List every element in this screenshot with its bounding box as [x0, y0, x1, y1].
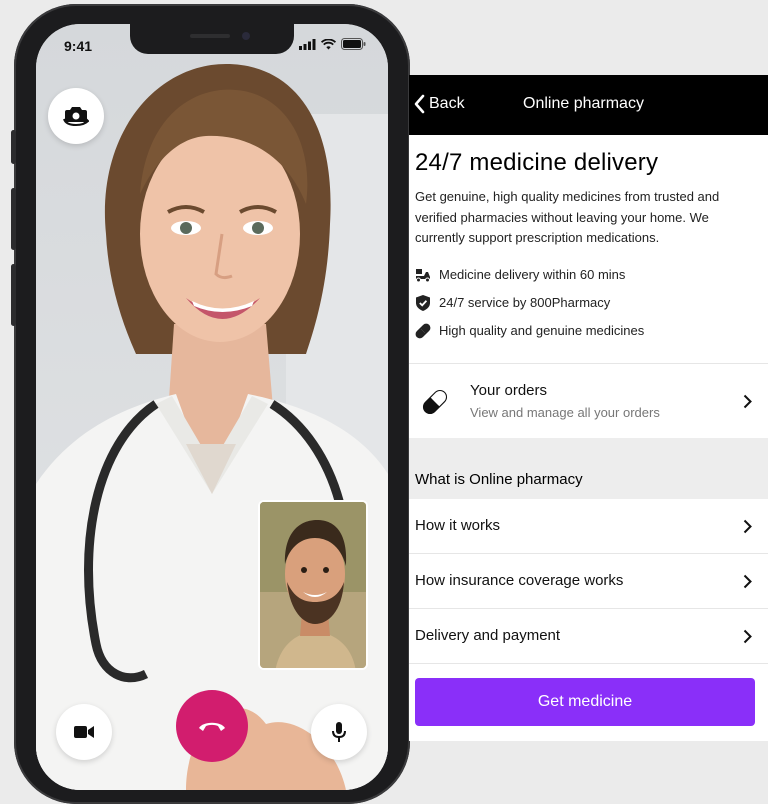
status-time: 9:41 [64, 38, 93, 54]
feature-label: Medicine delivery within 60 mins [439, 267, 626, 282]
delivery-scooter-icon [415, 267, 431, 283]
volume-down-button [11, 264, 16, 326]
phone-hangup-icon [199, 722, 225, 731]
status-icons [299, 38, 366, 50]
feature-label: High quality and genuine medicines [439, 323, 645, 338]
chevron-right-icon [743, 394, 752, 409]
front-camera [242, 32, 250, 40]
pill-icon [415, 323, 431, 339]
self-view-video[interactable] [258, 500, 368, 670]
pill-icon [421, 388, 449, 421]
feature-item: High quality and genuine medicines [415, 317, 762, 345]
chevron-right-icon [743, 574, 752, 589]
info-section-header: What is Online pharmacy [409, 438, 768, 499]
chevron-right-icon [743, 629, 752, 644]
feature-list: Medicine delivery within 60 mins 24/7 se… [415, 261, 762, 345]
info-item-label: How insurance coverage works [415, 572, 624, 589]
phone-notch [130, 24, 294, 54]
your-orders-row[interactable]: Your orders View and manage all your ord… [409, 363, 768, 438]
orders-title: Your orders [470, 382, 547, 399]
page-title: Online pharmacy [523, 95, 644, 112]
feature-item: Medicine delivery within 60 mins [415, 261, 762, 289]
wifi-icon [321, 38, 336, 49]
flip-camera-button[interactable] [48, 88, 104, 144]
back-label: Back [429, 95, 465, 112]
volume-up-button [11, 188, 16, 250]
online-pharmacy-screen: Back Online pharmacy 24/7 medicine deliv… [409, 75, 768, 741]
orders-subtitle: View and manage all your orders [470, 405, 660, 420]
battery-icon [341, 38, 366, 50]
camera-flip-icon [63, 107, 89, 127]
info-item-label: How it works [415, 517, 501, 534]
hero-title: 24/7 medicine delivery [415, 149, 659, 176]
feature-label: 24/7 service by 800Pharmacy [439, 295, 611, 310]
section-title: What is Online pharmacy [415, 471, 583, 488]
chevron-right-icon [743, 519, 752, 534]
chevron-left-icon [414, 94, 425, 114]
hero-section: 24/7 medicine delivery Get genuine, high… [409, 135, 768, 345]
mute-switch [11, 130, 16, 164]
video-call-screen: 9:41 [36, 24, 388, 790]
info-item-how-it-works[interactable]: How it works [409, 499, 768, 554]
shield-check-icon [415, 294, 431, 311]
back-button[interactable]: Back [413, 94, 465, 114]
phone-frame: 9:41 [11, 4, 410, 804]
end-call-button[interactable] [176, 690, 248, 762]
hero-description: Get genuine, high quality medicines from… [415, 189, 720, 245]
mute-microphone-button[interactable] [311, 704, 367, 760]
video-camera-icon [74, 726, 94, 738]
earpiece-speaker [190, 34, 230, 38]
self-view-image [260, 502, 366, 668]
get-medicine-button[interactable]: Get medicine [415, 678, 755, 726]
feature-item: 24/7 service by 800Pharmacy [415, 289, 762, 317]
info-item-delivery-payment[interactable]: Delivery and payment [409, 609, 768, 664]
info-item-insurance-coverage[interactable]: How insurance coverage works [409, 554, 768, 609]
info-item-label: Delivery and payment [415, 627, 561, 644]
microphone-icon [332, 722, 346, 742]
signal-icon [299, 38, 316, 50]
nav-bar: Back Online pharmacy [409, 75, 768, 135]
video-toggle-button[interactable] [56, 704, 112, 760]
